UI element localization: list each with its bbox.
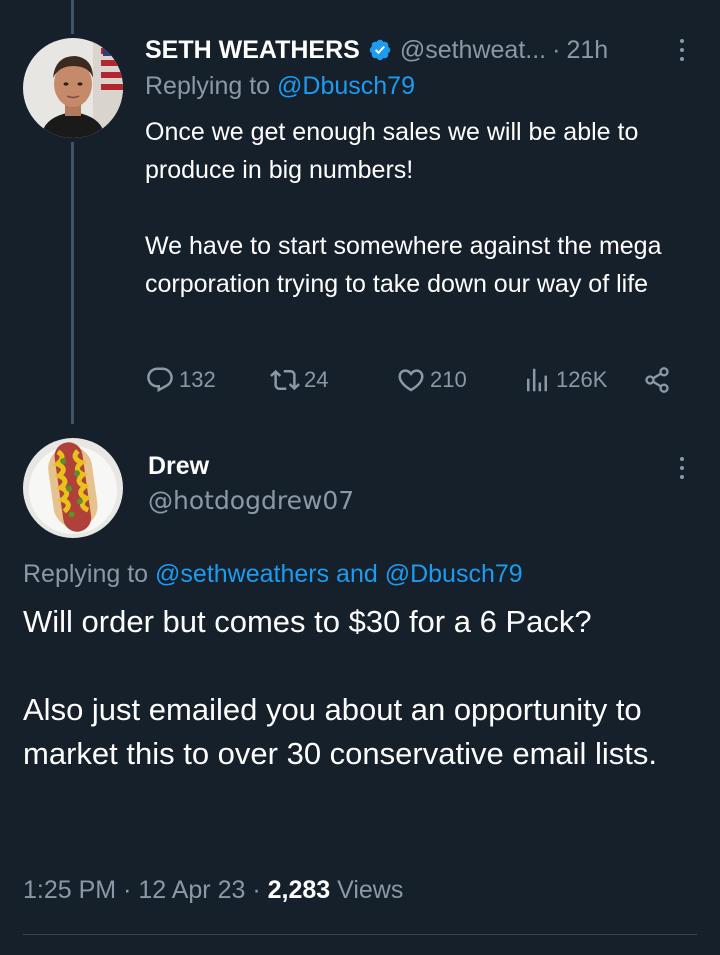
views-label: Views [337,876,404,904]
reply-button[interactable]: 132 [145,360,216,400]
views-count: 126K [556,367,608,392]
separator-dot: · [252,876,261,904]
tweet-paragraph: Also just emailed you about an opportuni… [23,692,658,771]
verified-badge-icon[interactable] [368,38,392,62]
like-button[interactable]: 210 [396,360,467,400]
retweet-button[interactable]: 24 [270,360,328,400]
avatar-photo [23,438,123,538]
like-count: 210 [430,367,467,392]
views-chart-icon [527,368,547,392]
share-button[interactable] [643,360,675,400]
heart-icon [398,369,424,392]
tweet-thread: SETH WEATHERS @sethweat... · 21h Replyin… [0,0,720,955]
author-name[interactable]: Drew [148,452,209,481]
reply-tweet-text: Will order but comes to $30 for a 6 Pack… [23,600,713,776]
tweet-metadata: 1:25 PM · 12 Apr 23 · 2,283 Views [23,876,403,905]
tweet-date[interactable]: 12 Apr 23 [138,876,245,904]
author-handle[interactable]: @sethweat... [400,36,546,65]
replying-to-mention[interactable]: @Dbusch79 [277,72,415,100]
separator-dot: · [123,876,132,904]
replying-to-line: Replying to @sethweathers and @Dbusch79 [23,560,523,589]
retweet-count: 24 [304,367,329,392]
replying-to-prefix: Replying to [23,560,149,588]
seth-avatar[interactable] [23,38,123,138]
share-icon [645,367,669,393]
reply-count: 132 [179,367,216,392]
author-handle[interactable]: @hotdogdrew07 [148,486,354,515]
separator-dot: · [552,35,561,64]
tweet-paragraph: Once we get enough sales we will be able… [145,118,639,184]
thread-connector-line [71,142,74,424]
avatar-photo [23,38,123,138]
views-count[interactable]: 2,283 [268,876,331,904]
more-options-icon[interactable] [672,35,692,65]
tweet-time[interactable]: 1:25 PM [23,876,116,904]
thread-connector-line-top [71,0,74,34]
replying-to-line: Replying to @Dbusch79 [145,72,415,101]
reply-icon [147,367,173,393]
views-button[interactable]: 126K [522,360,607,400]
replying-to-mentions[interactable]: @sethweathers and @Dbusch79 [155,560,523,588]
tweet-paragraph: Will order but comes to $30 for a 6 Pack… [23,604,592,639]
tweet-action-bar: 132 24 210 126K [145,360,685,400]
tweet-time[interactable]: 21h [566,36,608,65]
author-name[interactable]: SETH WEATHERS [145,36,360,65]
parent-tweet-header: SETH WEATHERS @sethweat... · 21h [145,32,608,68]
tweet-paragraph: We have to start somewhere against the m… [145,232,662,298]
more-options-icon[interactable] [672,453,692,483]
retweet-icon [270,369,300,391]
divider [23,934,697,935]
replying-to-prefix: Replying to [145,72,271,100]
drew-avatar[interactable] [23,438,123,538]
parent-tweet-text: Once we get enough sales we will be able… [145,113,705,303]
